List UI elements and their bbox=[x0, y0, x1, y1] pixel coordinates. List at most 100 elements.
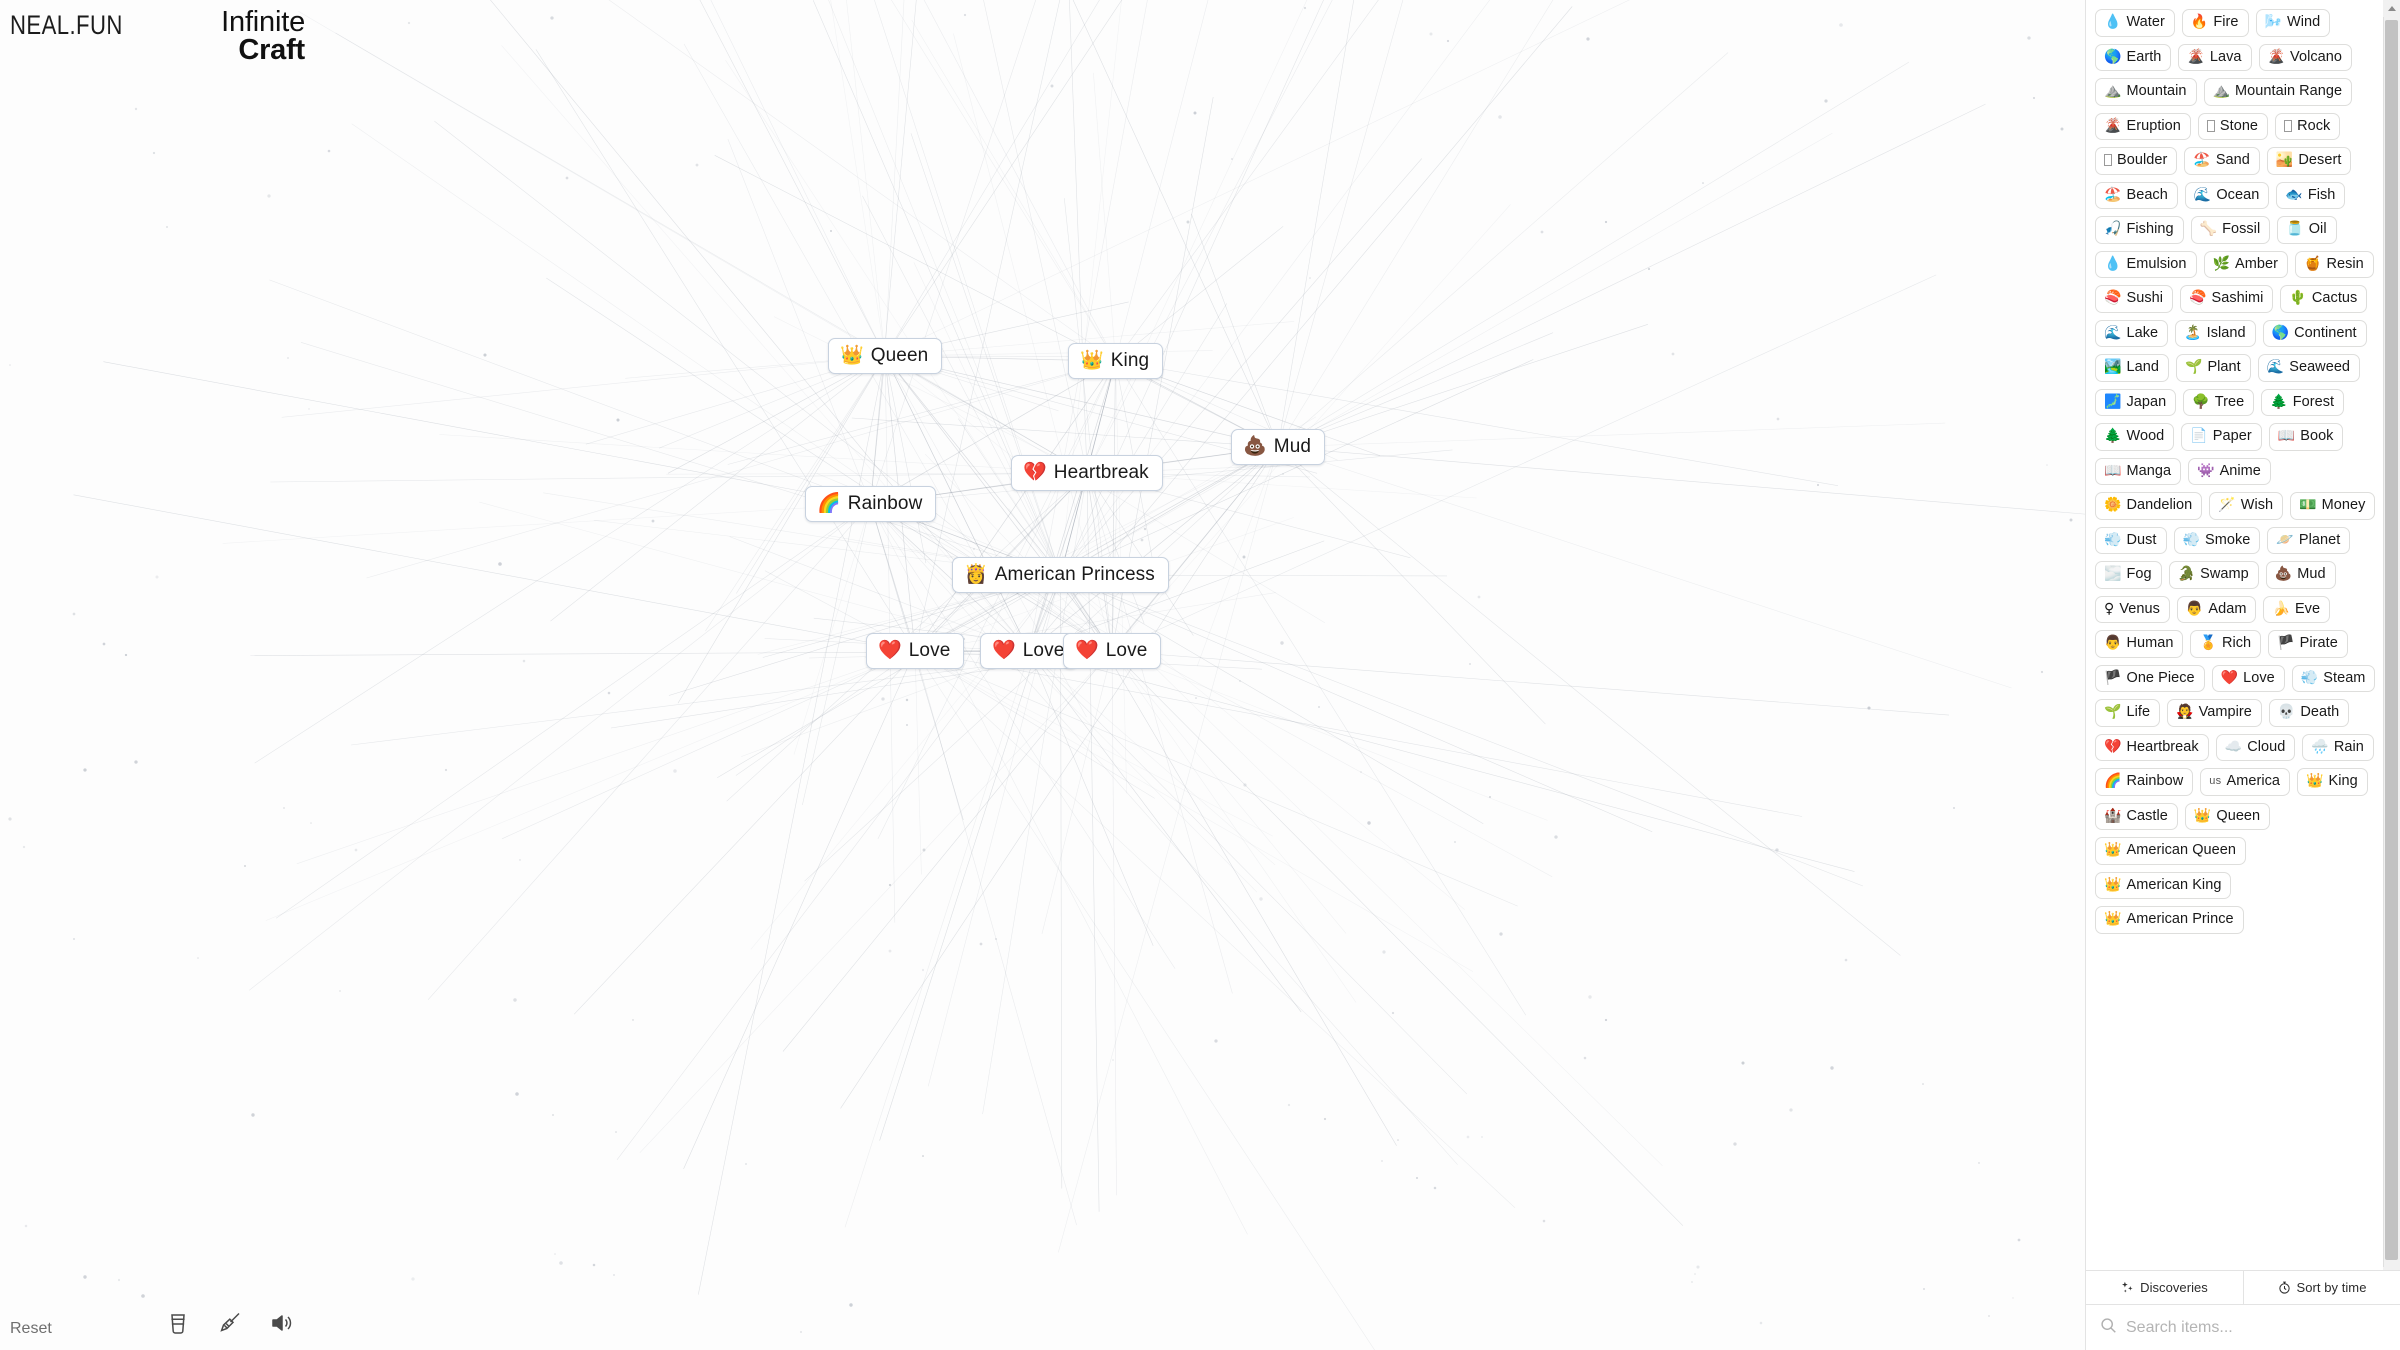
item-pill[interactable]: 🔥 Fire bbox=[2181, 9, 2249, 37]
item-pill[interactable]: 🧛 Vampire bbox=[2167, 699, 2262, 727]
item-pill[interactable]: 🌈 Rainbow bbox=[2095, 768, 2194, 796]
item-pill[interactable]: 🌼 Dandelion bbox=[2095, 492, 2203, 520]
item-pill[interactable]: 🏖️ Beach bbox=[2095, 181, 2178, 209]
item-pill[interactable]: 🌊 Ocean bbox=[2184, 181, 2270, 209]
item-emoji-icon: 🌲 bbox=[2270, 393, 2288, 410]
neal-fun-logo[interactable]: NEAL.FUN bbox=[10, 10, 123, 41]
item-pill[interactable]: 🏞️ Land bbox=[2095, 354, 2169, 382]
item-pill[interactable]: 🌲 Wood bbox=[2095, 423, 2175, 451]
item-pill[interactable]: us America bbox=[2200, 768, 2291, 796]
canvas-node[interactable]: 💔 Heartbreak bbox=[1011, 455, 1163, 491]
item-pill[interactable]: 🗾 Japan bbox=[2095, 388, 2177, 416]
item-pill[interactable]: 🍣 Sushi bbox=[2095, 285, 2174, 313]
item-emoji-icon: 👑 bbox=[2104, 842, 2122, 859]
search-input[interactable] bbox=[2126, 1318, 2386, 1337]
item-emoji-icon: 💨 bbox=[2300, 669, 2319, 686]
canvas-node[interactable]: 👑 King bbox=[1068, 343, 1164, 379]
item-pill[interactable]: 📄 Paper bbox=[2181, 423, 2262, 451]
item-pill[interactable]: 👨 Human bbox=[2095, 630, 2184, 658]
item-pill[interactable]: 🌱 Plant bbox=[2175, 354, 2251, 382]
items-scroll-area[interactable]: 💧 Water 🔥 Fire 🌬️ Wind 🌎 Earth 🌋 Lava 🌋 Volcano ⛰️ Mo… bbox=[2086, 0, 2400, 1270]
item-pill[interactable]: 💔 Heartbreak bbox=[2095, 733, 2209, 761]
item-pill[interactable]: 🌊 Lake bbox=[2095, 319, 2169, 347]
scrollbar-thumb[interactable] bbox=[2385, 20, 2398, 1260]
item-pill[interactable]: 🌱 Life bbox=[2095, 699, 2161, 727]
item-pill[interactable]: 💨 Steam bbox=[2291, 664, 2376, 692]
item-label: Volcano bbox=[2290, 48, 2342, 65]
sidebar-scrollbar[interactable] bbox=[2383, 0, 2400, 1270]
item-pill[interactable]: 👑 American Prince bbox=[2095, 906, 2244, 934]
scroll-up-icon[interactable] bbox=[2383, 0, 2400, 17]
coffee-icon[interactable] bbox=[165, 1310, 191, 1336]
item-pill[interactable]: 🎣 Fishing bbox=[2095, 216, 2184, 244]
canvas-node[interactable]: ❤️ Love bbox=[1063, 633, 1162, 669]
item-pill[interactable]: 💧 Water bbox=[2095, 9, 2175, 37]
item-pill[interactable]: 🐊 Swamp bbox=[2168, 561, 2259, 589]
item-pill[interactable]: 🏴 One Piece bbox=[2095, 664, 2205, 692]
item-pill[interactable]: 🦴 Fossil bbox=[2190, 216, 2271, 244]
item-pill[interactable]: ❤️ Love bbox=[2211, 664, 2285, 692]
item-pill[interactable]: 🌋 Lava bbox=[2178, 43, 2252, 71]
canvas-node[interactable]: 👑 Queen bbox=[828, 338, 943, 374]
item-pill[interactable]: 📖 Book bbox=[2268, 423, 2344, 451]
item-pill[interactable]: 🏅 Rich bbox=[2190, 630, 2262, 658]
canvas-node[interactable]: 👸 American Princess bbox=[952, 557, 1169, 593]
reset-button[interactable]: Reset bbox=[10, 1320, 52, 1338]
item-pill[interactable]: 🍯 Resin bbox=[2294, 250, 2374, 278]
tab-sort-by-time[interactable]: Sort by time bbox=[2243, 1271, 2400, 1304]
item-pill[interactable]: 🫙 Oil bbox=[2277, 216, 2337, 244]
item-pill[interactable]: 👑 American King bbox=[2095, 871, 2232, 899]
scroll-down-icon[interactable] bbox=[2383, 1267, 2400, 1270]
item-pill[interactable]: Rock bbox=[2275, 112, 2341, 140]
item-pill[interactable]: 🌿 Amber bbox=[2203, 250, 2288, 278]
item-pill[interactable]: 🌳 Tree bbox=[2183, 388, 2255, 416]
item-pill[interactable]: 👑 King bbox=[2297, 768, 2368, 796]
canvas-node[interactable]: 💩 Mud bbox=[1231, 429, 1326, 465]
item-pill[interactable]: 🌊 Seaweed bbox=[2257, 354, 2361, 382]
item-pill[interactable]: Stone bbox=[2197, 112, 2269, 140]
item-pill[interactable]: 👨 Adam bbox=[2176, 595, 2257, 623]
item-emoji-icon: 🏴 bbox=[2104, 669, 2122, 686]
item-pill[interactable]: 💨 Smoke bbox=[2173, 526, 2261, 554]
broom-icon[interactable] bbox=[217, 1310, 243, 1336]
item-pill[interactable]: 🐟 Fish bbox=[2276, 181, 2346, 209]
item-pill[interactable]: 👾 Anime bbox=[2188, 457, 2271, 485]
item-pill[interactable]: Boulder bbox=[2095, 147, 2178, 175]
canvas-node[interactable]: ❤️ Love bbox=[866, 633, 965, 669]
item-pill[interactable]: 🌋 Eruption bbox=[2095, 112, 2191, 140]
item-pill[interactable]: 🏝️ Island bbox=[2175, 319, 2256, 347]
item-pill[interactable]: 🌬️ Wind bbox=[2255, 9, 2331, 37]
item-pill[interactable]: 🏖️ Sand bbox=[2184, 147, 2260, 175]
item-pill[interactable]: 🌎 Continent bbox=[2262, 319, 2367, 347]
item-pill[interactable]: 💨 Dust bbox=[2095, 526, 2167, 554]
item-pill[interactable]: 🌲 Forest bbox=[2261, 388, 2345, 416]
item-pill[interactable]: 💧 Emulsion bbox=[2095, 250, 2197, 278]
item-pill[interactable]: 💵 Money bbox=[2290, 492, 2376, 520]
item-pill[interactable]: 🍌 Eve bbox=[2263, 595, 2331, 623]
item-pill[interactable]: ♀ Venus bbox=[2095, 595, 2170, 623]
canvas-node[interactable]: 🌈 Rainbow bbox=[805, 486, 937, 522]
item-pill[interactable]: 🏜️ Desert bbox=[2266, 147, 2352, 175]
item-pill[interactable]: 🌵 Cactus bbox=[2280, 285, 2368, 313]
item-pill[interactable]: 🌫️ Fog bbox=[2095, 561, 2162, 589]
item-pill[interactable]: 👑 American Queen bbox=[2095, 837, 2246, 865]
search-bar[interactable] bbox=[2086, 1304, 2400, 1350]
item-pill[interactable]: 🌎 Earth bbox=[2095, 43, 2172, 71]
item-pill[interactable]: 🌧️ Rain bbox=[2302, 733, 2374, 761]
item-pill[interactable]: 📖 Manga bbox=[2095, 457, 2182, 485]
item-pill[interactable]: 🍣 Sashimi bbox=[2180, 285, 2274, 313]
item-pill[interactable]: ☁️ Cloud bbox=[2215, 733, 2296, 761]
item-pill[interactable]: 💀 Death bbox=[2268, 699, 2350, 727]
item-pill[interactable]: ⛰️ Mountain bbox=[2095, 78, 2197, 106]
item-pill[interactable]: 👑 Queen bbox=[2184, 802, 2271, 830]
item-pill[interactable]: ⛰️ Mountain Range bbox=[2203, 78, 2353, 106]
item-pill[interactable]: 🪄 Wish bbox=[2209, 492, 2284, 520]
item-pill[interactable]: 🏴 Pirate bbox=[2268, 630, 2348, 658]
crafting-canvas[interactable]: 👑 Queen 👑 King 💩 Mud 💔 Heartbreak 🌈 Rainbow 👸 Ameri… bbox=[0, 0, 2085, 1350]
item-pill[interactable]: 🌋 Volcano bbox=[2258, 43, 2352, 71]
item-pill[interactable]: 🪐 Planet bbox=[2267, 526, 2351, 554]
item-pill[interactable]: 🏰 Castle bbox=[2095, 802, 2178, 830]
item-pill[interactable]: 💩 Mud bbox=[2265, 561, 2336, 589]
tab-discoveries[interactable]: Discoveries bbox=[2086, 1271, 2243, 1304]
speaker-icon[interactable] bbox=[269, 1310, 295, 1336]
